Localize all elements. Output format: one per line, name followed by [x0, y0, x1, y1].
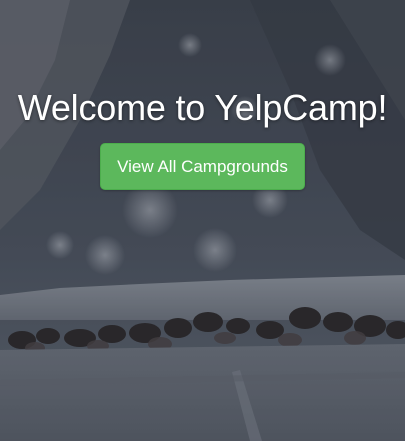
view-all-campgrounds-button[interactable]: View All Campgrounds — [100, 143, 305, 190]
landing-page: Welcome to YelpCamp! View All Campground… — [0, 0, 405, 441]
page-title: Welcome to YelpCamp! — [17, 87, 388, 128]
background-overlay — [0, 0, 405, 441]
hero-section: Welcome to YelpCamp! View All Campground… — [0, 86, 405, 190]
